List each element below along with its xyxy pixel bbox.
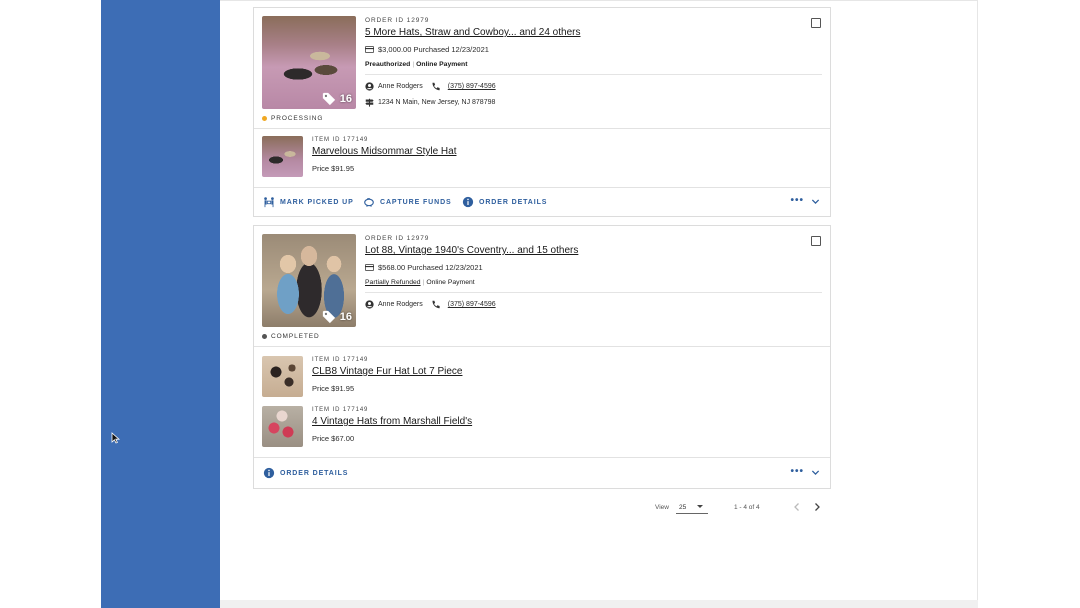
payment-method: Online Payment [426, 279, 475, 286]
mouse-cursor-icon [111, 432, 121, 444]
app-frame: 16 ORDER ID 12979 5 More Hats, Straw and… [0, 0, 1080, 608]
more-options-button[interactable]: ••• [790, 195, 804, 206]
select-order-checkbox[interactable] [811, 236, 821, 246]
handoff-icon [264, 197, 274, 208]
chevron-right-icon[interactable] [812, 501, 822, 513]
mark-picked-up-button[interactable]: MARK PICKED UP [263, 196, 354, 208]
list-item: ITEM ID 177149 CLB8 Vintage Fur Hat Lot … [262, 356, 822, 398]
order-id: ORDER ID 12979 [365, 17, 430, 24]
signpost-icon [365, 98, 374, 107]
item-price: Price $91.95 [312, 164, 355, 173]
item-price: Price $67.00 [312, 434, 355, 443]
order-id: ORDER ID 12979 [365, 235, 430, 242]
tag-icon [322, 310, 335, 324]
more-options-button[interactable]: ••• [790, 466, 804, 477]
list-item: ITEM ID 177149 Marvelous Midsommar Style… [262, 136, 822, 178]
capture-funds-label: CAPTURE FUNDS [380, 198, 452, 206]
payment-info: Partially Refunded | Online Payment [365, 279, 475, 286]
credit-card-icon [365, 264, 374, 271]
price-line: $3,000.00 Purchased 12/23/2021 [378, 45, 489, 54]
divider [365, 74, 822, 75]
item-thumbnail[interactable] [262, 406, 303, 447]
image-count: 16 [322, 310, 352, 324]
user-icon [365, 300, 374, 309]
user-icon [365, 82, 374, 91]
status-badge: COMPLETED [262, 333, 320, 340]
per-page-select[interactable]: 25 [676, 501, 708, 514]
order-thumbnail[interactable]: 16 [262, 234, 356, 327]
order-card: 16 ORDER ID 12979 5 More Hats, Straw and… [253, 7, 831, 217]
divider [254, 128, 830, 129]
order-title-link[interactable]: 5 More Hats, Straw and Cowboy... and 24 … [365, 27, 580, 38]
view-label: View [655, 504, 669, 511]
caret-down-icon [697, 505, 703, 508]
contact-info: Anne Rodgers (375) 897-4596 [365, 82, 496, 91]
order-details-label: ORDER DETAILS [280, 469, 349, 477]
chevron-down-icon[interactable] [811, 468, 820, 477]
status-badge: PROCESSING [262, 115, 323, 122]
item-thumbnail[interactable] [262, 136, 303, 177]
item-thumbnail[interactable] [262, 356, 303, 397]
contact-info: Anne Rodgers (375) 897-4596 [365, 300, 496, 309]
item-title-link[interactable]: Marvelous Midsommar Style Hat [312, 146, 456, 157]
phone-icon [432, 82, 440, 91]
purchase-info: $3,000.00 Purchased 12/23/2021 [365, 45, 489, 54]
piggy-bank-icon [364, 198, 374, 207]
payment-info: Preauthorized | Online Payment [365, 61, 468, 68]
item-price: Price $91.95 [312, 384, 355, 393]
item-id: ITEM ID 177149 [312, 407, 369, 413]
item-id: ITEM ID 177149 [312, 137, 369, 143]
image-count: 16 [322, 92, 352, 106]
customer-name: Anne Rodgers [378, 301, 423, 308]
status-text: COMPLETED [271, 333, 320, 340]
credit-card-icon [365, 46, 374, 53]
order-details-button[interactable]: ORDER DETAILS [263, 467, 348, 479]
per-page-value: 25 [679, 504, 687, 511]
address: 1234 N Main, New Jersey, NJ 878798 [378, 99, 496, 106]
order-details-button[interactable]: ORDER DETAILS [462, 196, 547, 208]
info-icon [263, 467, 275, 479]
image-count-value: 16 [339, 93, 352, 105]
order-title-link[interactable]: Lot 88, Vintage 1940's Coventry... and 1… [365, 245, 578, 256]
phone-icon [432, 300, 440, 309]
chevron-down-icon[interactable] [811, 197, 820, 206]
item-title-link[interactable]: 4 Vintage Hats from Marshall Field's [312, 416, 472, 427]
payment-status-link[interactable]: Partially Refunded [365, 279, 421, 286]
list-item: ITEM ID 177149 4 Vintage Hats from Marsh… [262, 406, 822, 448]
order-actions: MARK PICKED UP CAPTURE FUNDS ORDER DETAI… [254, 188, 830, 216]
customer-name: Anne Rodgers [378, 83, 423, 90]
info-icon [462, 196, 474, 208]
item-id: ITEM ID 177149 [312, 357, 369, 363]
address-info: 1234 N Main, New Jersey, NJ 878798 [365, 98, 495, 107]
payment-status: Preauthorized [365, 61, 411, 68]
divider [254, 457, 830, 458]
divider [254, 346, 830, 347]
mark-picked-up-label: MARK PICKED UP [280, 198, 354, 206]
customer-phone-link[interactable]: (375) 897-4596 [448, 301, 496, 308]
customer-phone-link[interactable]: (375) 897-4596 [448, 83, 496, 90]
order-actions: ORDER DETAILS ••• [254, 459, 830, 487]
order-details-label: ORDER DETAILS [479, 198, 548, 206]
order-card: 16 ORDER ID 12979 Lot 88, Vintage 1940's… [253, 225, 831, 489]
bottom-strip [220, 600, 978, 608]
purchase-info: $568.00 Purchased 12/23/2021 [365, 263, 483, 272]
sidebar [101, 0, 220, 608]
item-title-link[interactable]: CLB8 Vintage Fur Hat Lot 7 Piece [312, 366, 462, 377]
select-order-checkbox[interactable] [811, 18, 821, 28]
payment-method: Online Payment [416, 61, 468, 68]
order-thumbnail[interactable]: 16 [262, 16, 356, 109]
status-dot [262, 116, 267, 121]
status-dot [262, 334, 267, 339]
capture-funds-button[interactable]: CAPTURE FUNDS [363, 196, 452, 208]
page-range: 1 - 4 of 4 [734, 504, 760, 511]
divider [365, 292, 822, 293]
chevron-left-icon[interactable] [792, 501, 802, 513]
price-line: $568.00 Purchased 12/23/2021 [378, 263, 483, 272]
status-text: PROCESSING [271, 115, 324, 122]
image-count-value: 16 [339, 311, 352, 323]
tag-icon [322, 92, 335, 106]
